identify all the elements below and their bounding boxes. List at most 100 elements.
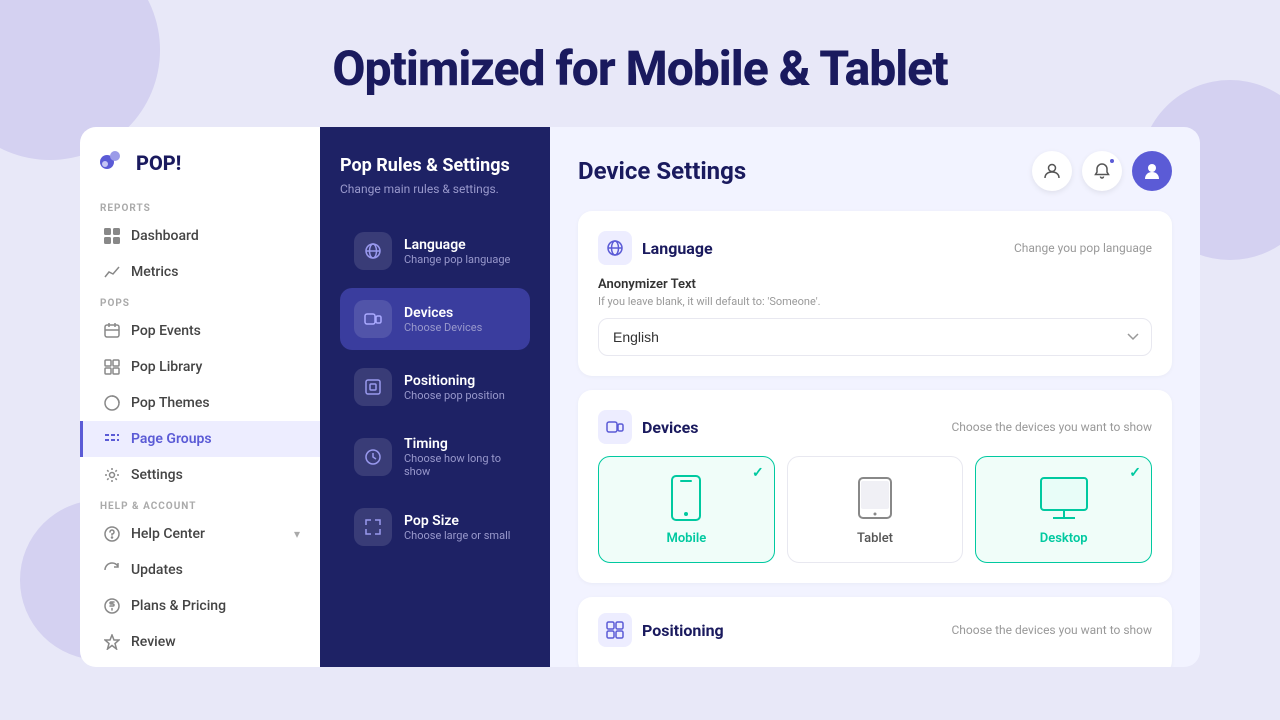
mobile-label: Mobile xyxy=(666,531,706,546)
devices-card-title: Devices xyxy=(642,418,698,437)
positioning-card-icon-wrap xyxy=(598,613,632,647)
page-title-area: Optimized for Mobile & Tablet xyxy=(0,0,1280,127)
updates-icon xyxy=(103,561,121,579)
avatar-button[interactable] xyxy=(1132,151,1172,191)
language-card-icon-wrap xyxy=(598,231,632,265)
review-icon xyxy=(103,633,121,651)
main-content: POP! REPORTS Dashboard Metrics POPS Pop … xyxy=(80,127,1200,667)
sidebar-item-metrics-label: Metrics xyxy=(131,264,178,280)
mid-item-devices[interactable]: Devices Choose Devices xyxy=(340,288,530,350)
mid-item-positioning[interactable]: Positioning Choose pop position xyxy=(340,356,530,418)
sidebar-item-pop-library-label: Pop Library xyxy=(131,359,202,375)
sidebar-section-reports: REPORTS xyxy=(80,195,320,218)
bell-icon xyxy=(1093,162,1111,180)
mid-item-positioning-icon xyxy=(354,368,392,406)
plans-icon xyxy=(103,597,121,615)
right-panel-header: Device Settings xyxy=(578,151,1172,191)
sidebar-item-plans-pricing-label: Plans & Pricing xyxy=(131,598,226,614)
language-card: Language Change you pop language Anonymi… xyxy=(578,211,1172,376)
sidebar-item-pop-events[interactable]: Pop Events xyxy=(80,313,320,349)
sidebar-item-page-groups-label: Page Groups xyxy=(131,431,212,447)
dashboard-icon xyxy=(103,227,121,245)
device-option-desktop[interactable]: ✓ Desktop xyxy=(975,456,1152,563)
user-icon xyxy=(1043,162,1061,180)
device-options: ✓ Mobile Tablet ✓ xyxy=(598,456,1152,563)
mid-item-pop-size-icon xyxy=(354,508,392,546)
mobile-icon xyxy=(661,473,711,523)
devices-card: Devices Choose the devices you want to s… xyxy=(578,390,1172,583)
mid-item-devices-icon xyxy=(354,300,392,338)
pop-library-icon xyxy=(103,358,121,376)
language-select[interactable]: English Spanish French German Portuguese xyxy=(598,318,1152,356)
logo-icon xyxy=(100,151,128,175)
mid-panel-subtitle: Change main rules & settings. xyxy=(340,182,530,196)
sidebar-item-settings[interactable]: Settings xyxy=(80,457,320,493)
mid-item-language-icon xyxy=(354,232,392,270)
sidebar-section-pops: POPS xyxy=(80,290,320,313)
device-option-tablet[interactable]: Tablet xyxy=(787,456,964,563)
sidebar: POP! REPORTS Dashboard Metrics POPS Pop … xyxy=(80,127,320,667)
bell-button[interactable] xyxy=(1082,151,1122,191)
sidebar-item-pop-themes[interactable]: Pop Themes xyxy=(80,385,320,421)
user-button[interactable] xyxy=(1032,151,1072,191)
sidebar-item-dashboard[interactable]: Dashboard xyxy=(80,218,320,254)
device-option-mobile[interactable]: ✓ Mobile xyxy=(598,456,775,563)
devices-card-icon xyxy=(606,418,624,436)
tablet-icon xyxy=(850,473,900,523)
mid-item-timing[interactable]: Timing Choose how long to show xyxy=(340,424,530,490)
sidebar-item-page-groups[interactable]: Page Groups xyxy=(80,421,320,457)
mobile-check: ✓ xyxy=(752,465,764,481)
mid-panel-title: Pop Rules & Settings xyxy=(340,155,530,176)
language-card-header: Language Change you pop language xyxy=(598,231,1152,265)
device-settings-title: Device Settings xyxy=(578,157,746,185)
sidebar-item-dashboard-label: Dashboard xyxy=(131,228,199,244)
mid-item-language[interactable]: Language Change pop language xyxy=(340,220,530,282)
desktop-icon xyxy=(1039,473,1089,523)
mid-panel: Pop Rules & Settings Change main rules &… xyxy=(320,127,550,667)
metrics-icon xyxy=(103,263,121,281)
sidebar-item-pop-events-label: Pop Events xyxy=(131,323,201,339)
globe-icon xyxy=(606,239,624,257)
language-card-title: Language xyxy=(642,239,713,258)
sidebar-item-pop-library[interactable]: Pop Library xyxy=(80,349,320,385)
avatar-icon xyxy=(1142,161,1162,181)
sidebar-section-help: HELP & ACCOUNT xyxy=(80,493,320,516)
chevron-down-icon: ▾ xyxy=(294,527,300,541)
anon-hint: If you leave blank, it will default to: … xyxy=(598,295,1152,308)
pop-events-icon xyxy=(103,322,121,340)
devices-card-icon-wrap xyxy=(598,410,632,444)
positioning-card-partial: Positioning Choose the devices you want … xyxy=(578,597,1172,667)
sidebar-item-help-center-label: Help Center xyxy=(131,526,205,542)
devices-card-header-left: Devices xyxy=(598,410,698,444)
language-card-header-left: Language xyxy=(598,231,713,265)
sidebar-item-review-label: Review xyxy=(131,634,176,650)
help-icon xyxy=(103,525,121,543)
desktop-check: ✓ xyxy=(1129,465,1141,481)
sidebar-item-metrics[interactable]: Metrics xyxy=(80,254,320,290)
positioning-card-header: Positioning Choose the devices you want … xyxy=(598,613,1152,647)
sidebar-item-updates-label: Updates xyxy=(131,562,183,578)
sidebar-item-updates[interactable]: Updates xyxy=(80,552,320,588)
sidebar-item-help-center[interactable]: Help Center ▾ xyxy=(80,516,320,552)
sidebar-item-review[interactable]: Review xyxy=(80,624,320,660)
mid-item-devices-text: Devices Choose Devices xyxy=(404,305,516,334)
header-icons xyxy=(1032,151,1172,191)
positioning-card-icon xyxy=(606,621,624,639)
sidebar-item-plans-pricing[interactable]: Plans & Pricing xyxy=(80,588,320,624)
sidebar-item-pop-themes-label: Pop Themes xyxy=(131,395,210,411)
positioning-card-desc: Choose the devices you want to show xyxy=(951,623,1152,637)
mid-item-pop-size[interactable]: Pop Size Choose large or small xyxy=(340,496,530,558)
sidebar-logo: POP! xyxy=(80,151,320,195)
settings-icon xyxy=(103,466,121,484)
page-groups-icon xyxy=(103,430,121,448)
positioning-card-title: Positioning xyxy=(642,621,724,640)
mid-item-language-text: Language Change pop language xyxy=(404,237,516,266)
mid-item-timing-icon xyxy=(354,438,392,476)
mid-item-timing-text: Timing Choose how long to show xyxy=(404,436,516,478)
tablet-label: Tablet xyxy=(857,531,893,546)
anon-label: Anonymizer Text xyxy=(598,277,1152,292)
notification-dot xyxy=(1108,157,1116,165)
page-title: Optimized for Mobile & Tablet xyxy=(0,40,1280,97)
devices-card-desc: Choose the devices you want to show xyxy=(951,420,1152,434)
mid-item-positioning-text: Positioning Choose pop position xyxy=(404,373,516,402)
